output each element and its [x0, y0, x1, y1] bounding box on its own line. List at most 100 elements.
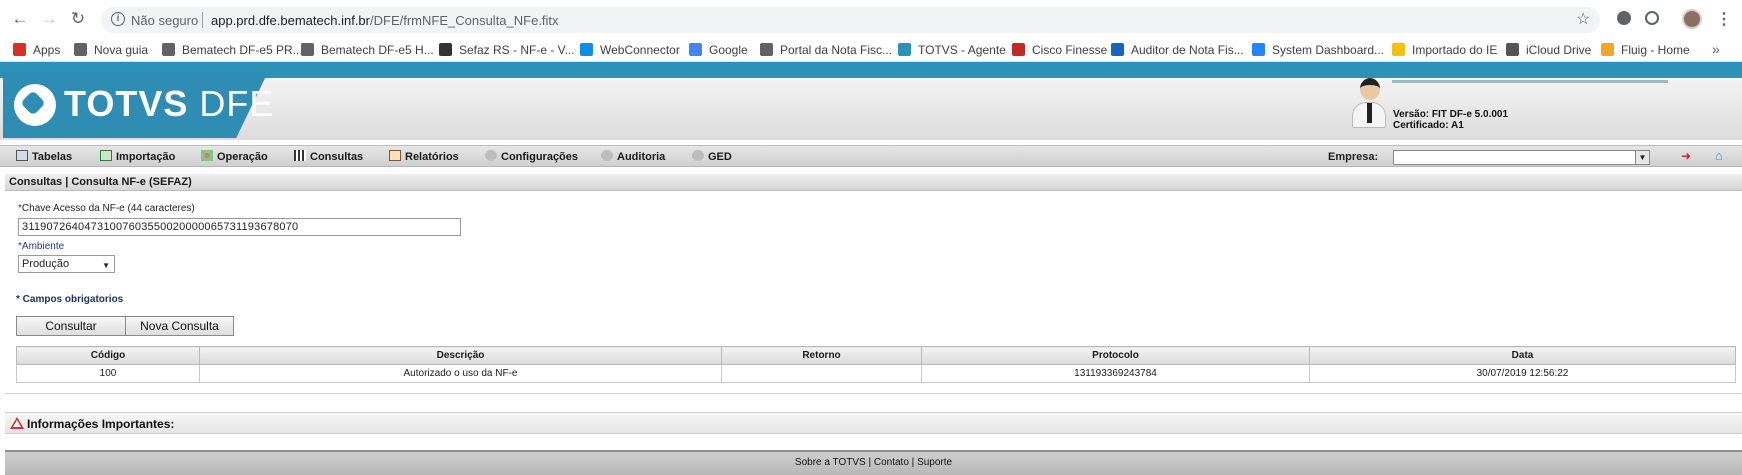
bookmark-item[interactable]: Apps: [13, 42, 60, 58]
empresa-select[interactable]: ▼: [1393, 150, 1650, 165]
totvs-logo-icon: [14, 84, 56, 126]
bookmark-label: Fluig - Home: [1621, 43, 1690, 57]
column-header-protocolo[interactable]: Protocolo: [921, 346, 1310, 365]
bookmark-item[interactable]: TOTVS - Agente: [898, 42, 1006, 58]
menu-label: Configurações: [501, 151, 579, 163]
bookmark-label: TOTVS - Agente: [918, 43, 1006, 57]
bookmark-star-icon[interactable]: ☆: [1576, 9, 1590, 29]
cell-retorno: [721, 364, 922, 383]
column-header-data[interactable]: Data: [1309, 346, 1736, 365]
column-header-retorno[interactable]: Retorno: [721, 346, 922, 365]
menu-auditoria[interactable]: Auditoria: [601, 150, 665, 164]
bookmark-item[interactable]: Auditor de Nota Fis...: [1111, 42, 1244, 58]
ambiente-select[interactable]: Produção ▼: [18, 255, 115, 273]
bookmark-item[interactable]: Fluig - Home: [1601, 42, 1690, 58]
address-bar[interactable]: i Não seguro app.prd.dfe.bematech.inf.br…: [101, 7, 1600, 33]
browser-menu-icon[interactable]: ⋮: [1716, 9, 1732, 29]
bookmark-item[interactable]: Portal da Nota Fisc...: [760, 42, 892, 58]
column-header-codigo[interactable]: Código: [16, 346, 200, 365]
sefaz-icon: [439, 43, 452, 56]
bookmark-item[interactable]: Google: [689, 42, 748, 58]
nova-consulta-button[interactable]: Nova Consulta: [125, 316, 234, 336]
bookmark-label: Bematech DF-e5 H...: [321, 43, 434, 57]
forward-arrow-icon[interactable]: →: [39, 9, 59, 29]
chave-label: *Chave Acesso da NF-e (44 caracteres): [18, 203, 195, 214]
menu-importacao[interactable]: Importação: [100, 150, 175, 164]
bookmark-item[interactable]: iCloud Drive: [1506, 42, 1591, 58]
menu-relatorios[interactable]: Relatórios: [389, 150, 459, 164]
globe-icon: [162, 43, 175, 56]
bookmark-item[interactable]: Nova guia: [74, 42, 148, 58]
menu-label: GED: [708, 151, 732, 163]
bookmark-item[interactable]: Importado do IE: [1392, 42, 1497, 58]
extension-v-icon[interactable]: [1645, 11, 1659, 25]
menu-configuracoes[interactable]: Configurações: [485, 150, 578, 164]
empresa-label: Empresa:: [1328, 151, 1379, 163]
home-icon[interactable]: ⌂: [1715, 149, 1729, 163]
main-menu: Tabelas Importação Operação Consultas Re…: [0, 145, 1742, 167]
bookmarks-overflow-icon[interactable]: »: [1712, 41, 1720, 57]
not-secure-label: Não seguro: [131, 13, 199, 28]
bookmark-label: WebConnector: [600, 43, 680, 57]
menu-tabelas[interactable]: Tabelas: [16, 150, 72, 164]
menu-consultas[interactable]: Consultas: [294, 150, 363, 164]
chave-acesso-input[interactable]: 3119072640473100760355002000006573119367…: [18, 218, 461, 236]
grid-icon: [294, 150, 306, 161]
certificate-text: Certificado: A1: [1393, 120, 1464, 131]
logo-text: TOTVS DFE: [64, 84, 274, 124]
report-icon: [389, 150, 401, 161]
results-table: Código Descrição Retorno Protocolo Data …: [16, 346, 1736, 383]
menu-label: Consultas: [310, 151, 364, 163]
back-arrow-icon[interactable]: ←: [10, 9, 30, 29]
info-icon[interactable]: i: [111, 12, 125, 26]
totvs-icon: [898, 43, 911, 56]
warning-icon: [10, 417, 24, 429]
fluig-icon: [1601, 43, 1614, 56]
bookmark-item[interactable]: Sefaz RS - NF-e - V...: [439, 42, 575, 58]
menu-operacao[interactable]: Operação: [201, 150, 268, 164]
menu-label: Relatórios: [405, 151, 459, 163]
jira-icon: [1252, 43, 1265, 56]
contato-link[interactable]: Contato: [874, 457, 909, 468]
user-avatar-icon: [1350, 78, 1388, 130]
column-header-descricao[interactable]: Descrição: [199, 346, 722, 365]
google-icon: [689, 43, 702, 56]
operation-icon: [201, 150, 213, 161]
extension-icon[interactable]: [1617, 11, 1631, 25]
omnibox-divider: [202, 12, 203, 28]
table-row[interactable]: 100 Autorizado o uso da NF-e 13119336924…: [16, 364, 1736, 383]
breadcrumb: Consultas | Consulta NF-e (SEFAZ): [5, 174, 1742, 191]
profile-avatar[interactable]: [1682, 9, 1702, 29]
bookmark-label: Google: [709, 43, 748, 57]
url-text[interactable]: app.prd.dfe.bematech.inf.br/DFE/frmNFE_C…: [211, 13, 559, 28]
bookmark-label: iCloud Drive: [1526, 43, 1592, 57]
logo-thin: DFE: [199, 83, 275, 124]
bookmark-item[interactable]: Bematech DF-e5 H...: [301, 42, 434, 58]
browser-toolbar: ← → ↻ i Não seguro app.prd.dfe.bematech.…: [0, 0, 1742, 38]
suporte-link[interactable]: Suporte: [917, 457, 952, 468]
menu-ged[interactable]: GED: [692, 150, 732, 164]
reload-icon[interactable]: ↻: [68, 9, 88, 29]
bookmark-item[interactable]: System Dashboard...: [1252, 42, 1384, 58]
globe-icon: [301, 43, 314, 56]
logout-icon[interactable]: ➜: [1681, 150, 1695, 163]
folder-icon: [1392, 43, 1405, 56]
chevron-down-icon[interactable]: ▼: [1635, 151, 1649, 164]
info-panel-header[interactable]: Informações Importantes:: [5, 412, 1742, 434]
version-text: Versão: FIT DF-e 5.0.001: [1393, 109, 1509, 120]
menu-label: Operação: [217, 151, 268, 163]
bookmark-item[interactable]: Cisco Finesse: [1012, 42, 1107, 58]
cell-codigo: 100: [16, 364, 200, 383]
sobre-link[interactable]: Sobre a TOTVS: [795, 457, 866, 468]
logo-bold: TOTVS: [64, 83, 189, 124]
bookmark-item[interactable]: WebConnector: [580, 42, 680, 58]
footer-sep: |: [868, 457, 872, 468]
bookmark-label: Sefaz RS - NF-e - V...: [459, 43, 575, 57]
consultar-button[interactable]: Consultar: [16, 316, 126, 336]
table-header-row: Código Descrição Retorno Protocolo Data: [16, 346, 1736, 365]
bookmark-label: Cisco Finesse: [1032, 43, 1108, 57]
menu-label: Auditoria: [617, 151, 666, 163]
footer-sep: |: [911, 457, 915, 468]
bookmark-item[interactable]: Bematech DF-e5 PR...: [162, 42, 303, 58]
ambiente-value: Produção: [22, 258, 70, 270]
